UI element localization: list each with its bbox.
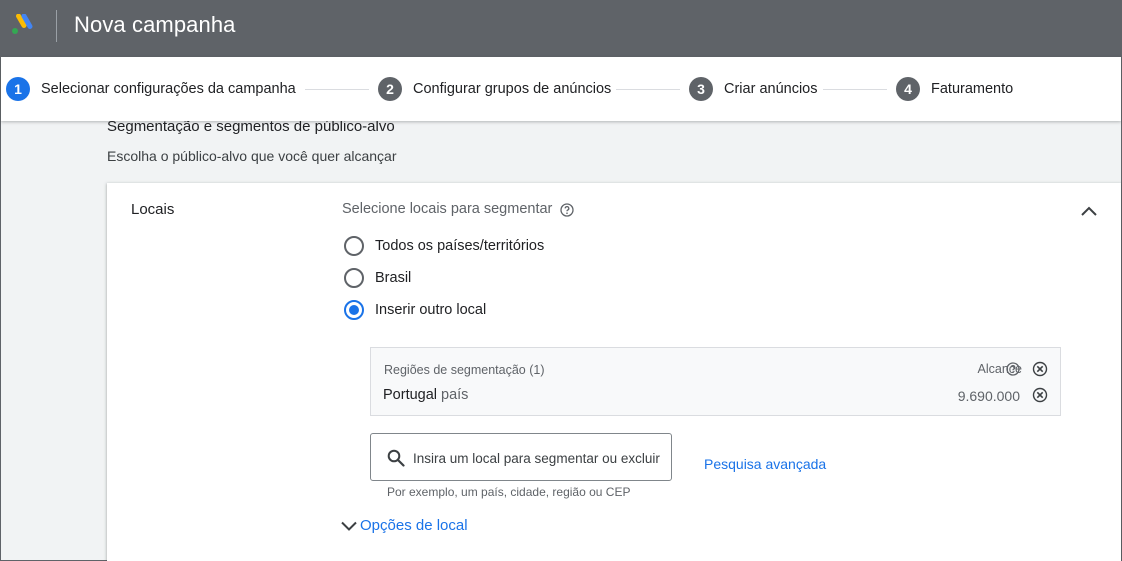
- locations-label: Locais: [131, 201, 175, 218]
- target-location-type: país: [441, 387, 469, 403]
- reach-help-icon[interactable]: [1006, 362, 1020, 376]
- step-3[interactable]: 3 Criar anúncios: [689, 77, 818, 101]
- step-connector: [305, 89, 369, 90]
- help-icon[interactable]: [560, 203, 574, 217]
- step-connector: [823, 89, 887, 90]
- step-number: 4: [896, 77, 920, 101]
- radio-button[interactable]: [344, 236, 364, 256]
- remove-location-icon[interactable]: [1032, 387, 1048, 403]
- campaign-stepper: 1 Selecionar configurações da campanha 2…: [1, 57, 1121, 121]
- step-connector: [616, 89, 680, 90]
- chevron-down-icon: [341, 521, 357, 531]
- radio-other-location[interactable]: Inserir outro local: [344, 300, 486, 320]
- app-header: Nova campanha: [1, 1, 1121, 57]
- location-search-input[interactable]: [413, 447, 665, 469]
- targeted-regions-header: Regiões de segmentação (1): [384, 363, 545, 377]
- google-ads-logo-icon[interactable]: [10, 14, 34, 36]
- target-location-name: Portugal: [383, 387, 438, 403]
- step-number: 1: [6, 77, 30, 101]
- radio-button-checked[interactable]: [344, 300, 364, 320]
- chevron-up-icon[interactable]: [1079, 203, 1099, 219]
- radio-button[interactable]: [344, 268, 364, 288]
- section-subtitle: Escolha o público-alvo que você quer alc…: [107, 148, 397, 164]
- target-location-reach: 9.690.000: [957, 388, 1020, 404]
- step-number: 3: [689, 77, 713, 101]
- step-label: Configurar grupos de anúncios: [413, 81, 612, 97]
- location-search-box[interactable]: [370, 433, 672, 481]
- advanced-search-link[interactable]: Pesquisa avançada: [704, 456, 826, 472]
- remove-all-icon[interactable]: [1032, 361, 1048, 377]
- step-label: Faturamento: [931, 81, 1014, 97]
- search-icon: [387, 449, 405, 467]
- search-hint: Por exemplo, um país, cidade, região ou …: [387, 485, 631, 499]
- step-4[interactable]: 4 Faturamento: [896, 77, 1013, 101]
- radio-label: Brasil: [375, 270, 412, 286]
- page-title: Nova campanha: [74, 12, 236, 37]
- radio-label: Todos os países/territórios: [375, 238, 545, 254]
- select-locations-label: Selecione locais para segmentar: [342, 201, 553, 217]
- locations-card: Locais Selecione locais para segmentar T…: [107, 183, 1121, 561]
- step-label: Criar anúncios: [724, 81, 818, 97]
- radio-brazil[interactable]: Brasil: [344, 268, 411, 288]
- radio-all-countries[interactable]: Todos os países/territórios: [344, 236, 544, 256]
- radio-label: Inserir outro local: [375, 302, 487, 318]
- location-options-toggle[interactable]: Opções de local: [340, 517, 468, 534]
- step-label: Selecionar configurações da campanha: [41, 81, 296, 97]
- location-options-label: Opções de local: [360, 517, 468, 534]
- step-1[interactable]: 1 Selecionar configurações da campanha: [6, 77, 296, 101]
- step-2[interactable]: 2 Configurar grupos de anúncios: [378, 77, 611, 101]
- target-location: Portugal país: [383, 387, 468, 403]
- targeted-regions-box: Regiões de segmentação (1) Alcance Portu…: [370, 347, 1061, 416]
- step-number: 2: [378, 77, 402, 101]
- header-divider: [56, 10, 57, 42]
